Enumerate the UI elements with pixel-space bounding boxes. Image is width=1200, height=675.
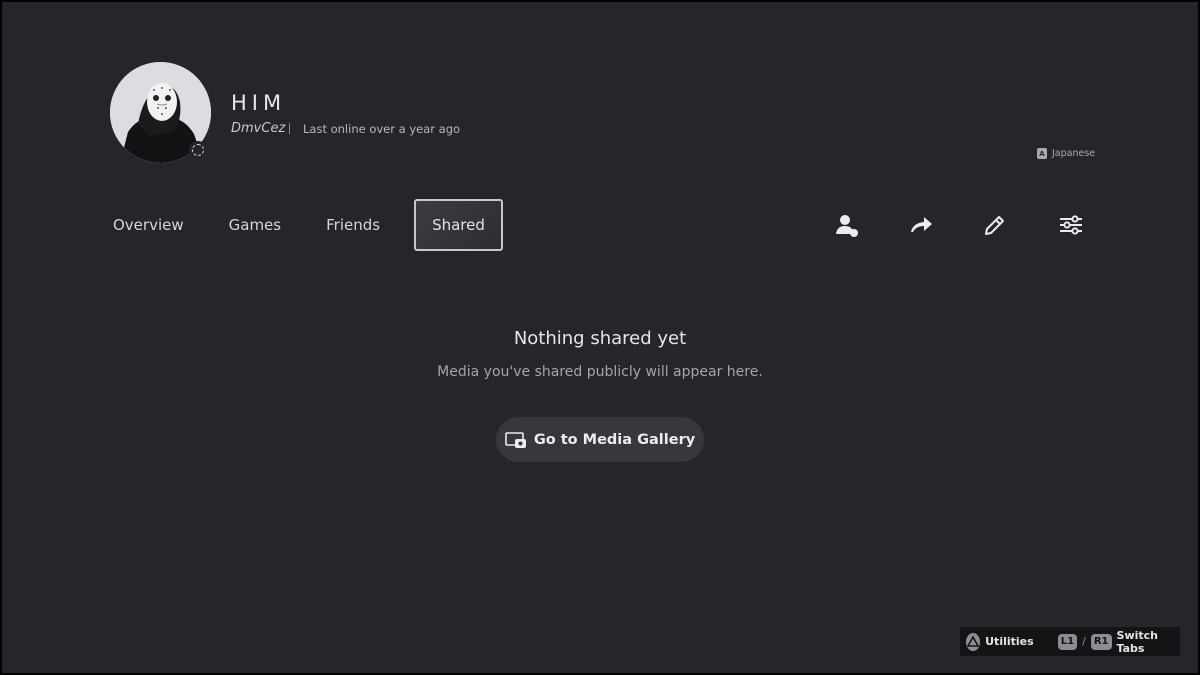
share-icon (911, 217, 932, 232)
tab-games[interactable]: Games (218, 199, 292, 251)
r1-button-icon: R1 (1090, 633, 1112, 650)
media-gallery-icon (505, 431, 526, 448)
profile-screen: HIM DmvCez Last online over a year ago A… (2, 2, 1198, 673)
last-online-status: Last online over a year ago (303, 122, 461, 136)
triangle-button-icon (966, 632, 981, 651)
presence-indicator (189, 141, 207, 159)
add-friend-button[interactable] (832, 210, 862, 240)
l1-button-icon: L1 (1057, 633, 1078, 650)
divider (289, 123, 290, 134)
share-profile-button[interactable] (906, 210, 936, 240)
go-to-media-gallery-button[interactable]: Go to Media Gallery (496, 417, 704, 462)
offline-status-icon (192, 144, 204, 156)
language-label: Japanese (1052, 148, 1096, 159)
switch-tabs-hint-label: Switch Tabs (1116, 628, 1158, 655)
display-name: HIM (231, 91, 287, 115)
edit-icon (985, 216, 1004, 235)
media-gallery-label: Go to Media Gallery (533, 431, 696, 448)
online-id: DmvCez (231, 121, 286, 136)
tab-overview[interactable]: Overview (102, 199, 195, 251)
add-friend-icon (836, 215, 858, 237)
profile-tabs: Overview Games Friends Shared (102, 199, 526, 251)
profile-settings-button[interactable] (1056, 210, 1086, 240)
tab-shared[interactable]: Shared (414, 199, 503, 251)
language-icon: A (1037, 148, 1047, 159)
empty-state-subtitle: Media you've shared publicly will appear… (437, 364, 763, 380)
edit-profile-button[interactable] (980, 210, 1010, 240)
empty-state-title: Nothing shared yet (513, 328, 687, 349)
controller-hints: Utilities L1 / R1 Switch Tabs (960, 627, 1180, 656)
tab-friends[interactable]: Friends (315, 199, 391, 251)
language-indicator: A Japanese (1037, 148, 1095, 159)
settings-sliders-icon (1060, 215, 1082, 235)
hint-slash: / (1082, 635, 1086, 648)
profile-actions (830, 210, 1090, 240)
utilities-hint-label: Utilities (985, 635, 1034, 648)
